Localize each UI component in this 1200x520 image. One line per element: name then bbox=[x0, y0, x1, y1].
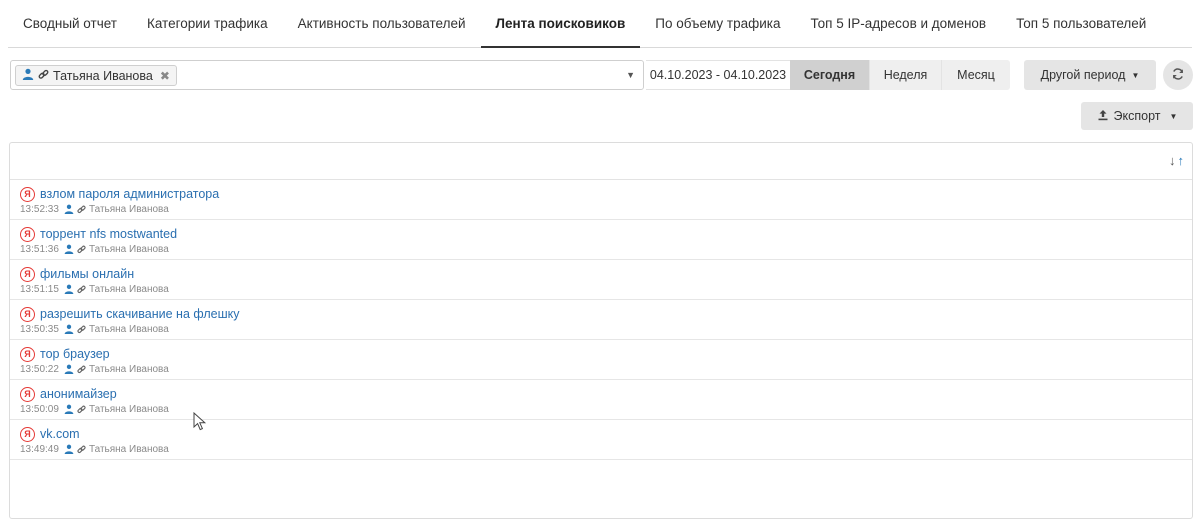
user-name: Татьяна Иванова bbox=[88, 403, 169, 415]
search-query-link[interactable]: разрешить скачивание на флешку bbox=[40, 307, 240, 321]
export-button[interactable]: Экспорт ▼ bbox=[1081, 102, 1193, 130]
yandex-icon: Я bbox=[20, 426, 35, 442]
chevron-down-icon: ▼ bbox=[1131, 70, 1140, 80]
timestamp: 13:51:15 bbox=[20, 283, 59, 295]
user-chip-label: Татьяна Иванова bbox=[53, 68, 153, 83]
yandex-icon: Я bbox=[20, 186, 35, 202]
other-period-dropdown[interactable]: Другой период ▼ bbox=[1024, 60, 1156, 90]
chevron-down-icon[interactable]: ▼ bbox=[626, 70, 635, 80]
period-month-button[interactable]: Месяц bbox=[942, 60, 1010, 90]
period-week-button[interactable]: Неделя bbox=[870, 60, 942, 90]
tab-top5-users[interactable]: Топ 5 пользователей bbox=[1001, 0, 1161, 47]
feed-item-meta: 13:49:49 Татьяна Иванова bbox=[20, 442, 1192, 456]
user-filter-select[interactable]: Татьяна Иванова ✖ ▼ bbox=[10, 60, 644, 90]
list-item: Яанонимайзер 13:50:09 Татьяна Иванова bbox=[10, 380, 1192, 420]
timestamp: 13:50:22 bbox=[20, 363, 59, 375]
user-icon bbox=[64, 364, 74, 374]
list-item: Яфильмы онлайн 13:51:15 Татьяна Иванова bbox=[10, 260, 1192, 300]
feed-item-meta: 13:51:15 Татьяна Иванова bbox=[20, 282, 1192, 296]
feed-item-query-line: Ятор браузер bbox=[20, 346, 1192, 362]
search-query-link[interactable]: тор браузер bbox=[40, 347, 110, 361]
feed-item-query-line: Яфильмы онлайн bbox=[20, 266, 1192, 282]
tab-top5-ip-domains[interactable]: Топ 5 IP-адресов и доменов bbox=[795, 0, 1001, 47]
search-feed-panel: ↓ ↑ Явзлом пароля администратора 13:52:33… bbox=[9, 142, 1193, 519]
sort-controls: ↓ ↑ bbox=[1169, 153, 1184, 168]
feed-item-query-line: Яразрешить скачивание на флешку bbox=[20, 306, 1192, 322]
search-query-link[interactable]: фильмы онлайн bbox=[40, 267, 134, 281]
refresh-icon bbox=[1171, 67, 1185, 84]
tab-search-feed[interactable]: Лента поисковиков bbox=[480, 0, 641, 48]
link-icon bbox=[38, 69, 49, 83]
yandex-icon: Я bbox=[20, 346, 35, 362]
feed-item-query-line: Яанонимайзер bbox=[20, 386, 1192, 402]
search-query-link[interactable]: взлом пароля администратора bbox=[40, 187, 219, 201]
link-icon bbox=[77, 245, 86, 254]
link-icon bbox=[77, 205, 86, 214]
list-item: Явзлом пароля администратора 13:52:33 Тать… bbox=[10, 180, 1192, 220]
timestamp: 13:50:09 bbox=[20, 403, 59, 415]
export-label: Экспорт bbox=[1113, 109, 1161, 123]
link-icon bbox=[77, 405, 86, 414]
user-icon bbox=[64, 204, 74, 214]
feed-item-query-line: Явзлом пароля администратора bbox=[20, 186, 1192, 202]
user-icon bbox=[22, 68, 34, 83]
tab-summary[interactable]: Сводный отчет bbox=[8, 0, 132, 47]
period-selector: Сегодня Неделя Месяц bbox=[790, 60, 1010, 90]
user-icon bbox=[64, 324, 74, 334]
report-tabs: Сводный отчет Категории трафика Активнос… bbox=[8, 0, 1192, 48]
search-query-link[interactable]: анонимайзер bbox=[40, 387, 117, 401]
yandex-icon: Я bbox=[20, 266, 35, 282]
list-item: Яторрент nfs mostwanted 13:51:36 Татьяна И… bbox=[10, 220, 1192, 260]
chevron-down-icon: ▼ bbox=[1169, 111, 1178, 121]
link-icon bbox=[77, 365, 86, 374]
user-icon bbox=[64, 284, 74, 294]
yandex-icon: Я bbox=[20, 226, 35, 242]
tab-traffic-categories[interactable]: Категории трафика bbox=[132, 0, 283, 47]
link-icon bbox=[77, 285, 86, 294]
period-today-button[interactable]: Сегодня bbox=[790, 60, 870, 90]
feed-item-meta: 13:50:35 Татьяна Иванова bbox=[20, 322, 1192, 336]
user-icon bbox=[64, 244, 74, 254]
user-icon bbox=[64, 444, 74, 454]
user-name: Татьяна Иванова bbox=[88, 443, 169, 455]
timestamp: 13:52:33 bbox=[20, 203, 59, 215]
tab-user-activity[interactable]: Активность пользователей bbox=[283, 0, 481, 47]
feed-list: Явзлом пароля администратора 13:52:33 Тать… bbox=[10, 180, 1192, 460]
user-name: Татьяна Иванова bbox=[88, 203, 169, 215]
search-query-link[interactable]: торрент nfs mostwanted bbox=[40, 227, 177, 241]
feed-item-meta: 13:52:33 Татьяна Иванова bbox=[20, 202, 1192, 216]
yandex-icon: Я bbox=[20, 386, 35, 402]
list-item: Яvk.com 13:49:49 Татьяна Иванова bbox=[10, 420, 1192, 460]
user-icon bbox=[64, 404, 74, 414]
date-range[interactable]: 04.10.2023 - 04.10.2023 bbox=[646, 60, 790, 90]
arrow-down-icon[interactable]: ↓ bbox=[1169, 153, 1176, 168]
search-query-link[interactable]: vk.com bbox=[40, 427, 80, 441]
user-name: Татьяна Иванова bbox=[88, 323, 169, 335]
mouse-cursor-icon bbox=[193, 412, 207, 431]
feed-item-meta: 13:50:22 Татьяна Иванова bbox=[20, 362, 1192, 376]
yandex-icon: Я bbox=[20, 306, 35, 322]
arrow-up-icon[interactable]: ↑ bbox=[1178, 153, 1185, 168]
user-name: Татьяна Иванова bbox=[88, 243, 169, 255]
user-name: Татьяна Иванова bbox=[88, 283, 169, 295]
timestamp: 13:50:35 bbox=[20, 323, 59, 335]
timestamp: 13:51:36 bbox=[20, 243, 59, 255]
other-period-label: Другой период bbox=[1040, 68, 1126, 82]
remove-chip-icon[interactable]: ✖ bbox=[160, 69, 170, 83]
feed-header: ↓ ↑ bbox=[10, 143, 1192, 180]
list-item: Ятор браузер 13:50:22 Татьяна Иванова bbox=[10, 340, 1192, 380]
link-icon bbox=[77, 325, 86, 334]
refresh-button[interactable] bbox=[1163, 60, 1193, 90]
link-icon bbox=[77, 445, 86, 454]
list-item: Яразрешить скачивание на флешку 13:50:35 Т… bbox=[10, 300, 1192, 340]
user-name: Татьяна Иванова bbox=[88, 363, 169, 375]
feed-item-meta: 13:51:36 Татьяна Иванова bbox=[20, 242, 1192, 256]
feed-item-query-line: Яторрент nfs mostwanted bbox=[20, 226, 1192, 242]
upload-icon bbox=[1097, 109, 1109, 124]
tab-traffic-volume[interactable]: По объему трафика bbox=[640, 0, 795, 47]
user-chip: Татьяна Иванова ✖ bbox=[15, 65, 177, 86]
timestamp: 13:49:49 bbox=[20, 443, 59, 455]
